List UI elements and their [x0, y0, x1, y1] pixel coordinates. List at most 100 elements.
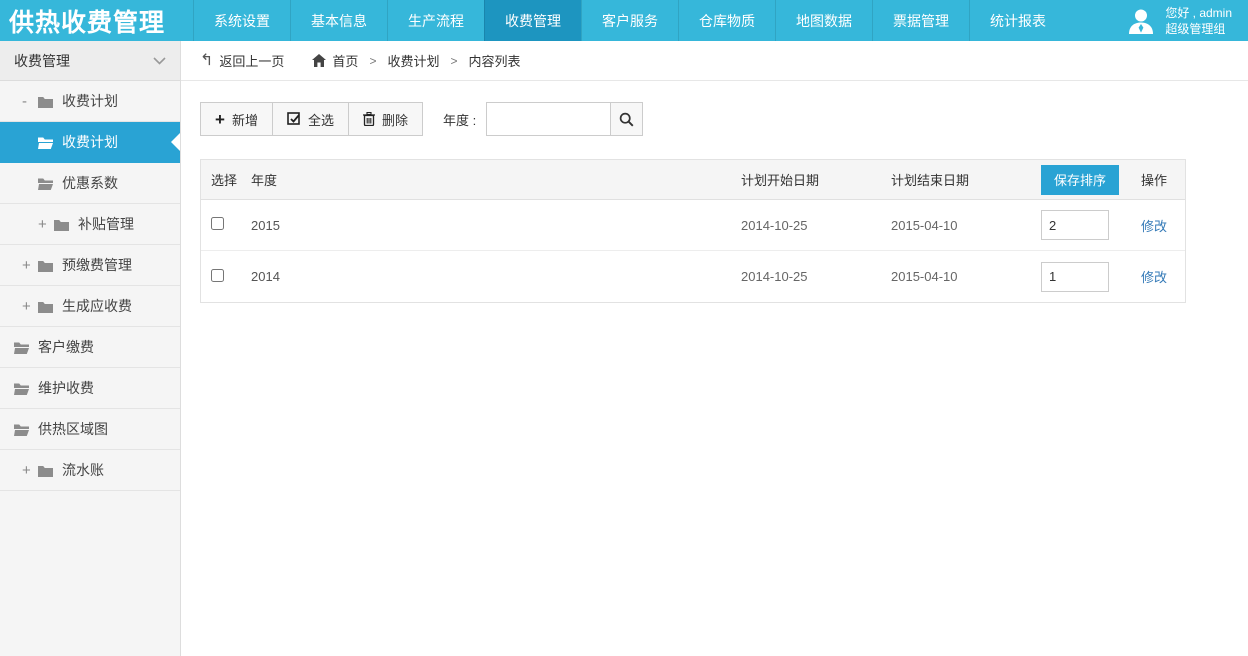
- sidebar-item-fee-plan-group[interactable]: - 收费计划: [0, 81, 180, 122]
- cell-start-date: 2014-10-25: [741, 218, 891, 233]
- top-navbar: 供热收费管理 系统设置 基本信息 生产流程 收费管理 客户服务 仓库物质 地图数…: [0, 0, 1248, 41]
- user-greeting: 您好 , admin: [1165, 5, 1232, 21]
- sidebar-item-customer-payment[interactable]: 客户缴费: [0, 327, 180, 368]
- add-button[interactable]: + 新增: [200, 102, 273, 136]
- sidebar-item-fee-plan[interactable]: 收费计划: [0, 122, 180, 163]
- breadcrumb: ↰ 返回上一页 首页 > 收费计划 > 内容列表: [181, 41, 1248, 81]
- home-icon: [312, 54, 326, 67]
- header-action: 操作: [1141, 170, 1185, 189]
- cell-end-date: 2015-04-10: [891, 269, 1041, 284]
- toolbar: + 新增 全选 删除 年度 :: [200, 102, 1248, 136]
- save-sort-button[interactable]: 保存排序: [1041, 165, 1119, 195]
- select-all-label: 全选: [308, 110, 334, 129]
- cell-year: 2015: [251, 218, 741, 233]
- nav-tab-fee-management[interactable]: 收费管理: [484, 0, 581, 41]
- folder-open-icon: [14, 423, 29, 436]
- breadcrumb-item-current: 内容列表: [468, 51, 520, 70]
- row-checkbox[interactable]: [211, 269, 224, 282]
- header-end-date: 计划结束日期: [891, 170, 1041, 189]
- app-logo: 供热收费管理: [0, 0, 193, 41]
- nav-tab-basic-info[interactable]: 基本信息: [290, 0, 387, 41]
- row-checkbox[interactable]: [211, 217, 224, 230]
- search-icon: [619, 112, 634, 127]
- sidebar: 收费管理 - 收费计划 收费计划 优惠系数 + 补贴管理 +: [0, 41, 181, 656]
- header-year: 年度: [251, 170, 741, 189]
- sidebar-item-label: 预缴费管理: [62, 255, 132, 275]
- sidebar-item-label: 补贴管理: [78, 214, 134, 234]
- breadcrumb-item: 首页: [332, 51, 358, 70]
- expand-icon[interactable]: +: [22, 298, 38, 315]
- nav-tab-ticket-management[interactable]: 票据管理: [872, 0, 969, 41]
- delete-button[interactable]: 删除: [348, 102, 423, 136]
- select-all-button[interactable]: 全选: [272, 102, 349, 136]
- cell-year: 2014: [251, 269, 741, 284]
- breadcrumb-home[interactable]: 首页: [312, 51, 358, 70]
- expand-icon[interactable]: +: [22, 257, 38, 274]
- sidebar-item-label: 生成应收费: [62, 296, 132, 316]
- sidebar-item-label: 维护收费: [38, 378, 94, 398]
- folder-closed-icon: [38, 464, 53, 477]
- sidebar-section-title: 收费管理: [14, 51, 70, 71]
- table-header-row: 选择 年度 计划开始日期 计划结束日期 保存排序 操作: [201, 160, 1185, 200]
- delete-button-label: 删除: [382, 110, 408, 129]
- folder-closed-icon: [38, 95, 53, 108]
- sidebar-section-header[interactable]: 收费管理: [0, 41, 180, 81]
- breadcrumb-item-fee-plan[interactable]: 收费计划: [387, 51, 439, 70]
- nav-tab-production-process[interactable]: 生产流程: [387, 0, 484, 41]
- sidebar-item-label: 流水账: [62, 460, 104, 480]
- sidebar-item-ledger[interactable]: + 流水账: [0, 450, 180, 491]
- back-label: 返回上一页: [219, 51, 284, 70]
- user-menu[interactable]: 您好 , admin 超级管理组: [1110, 0, 1248, 41]
- cell-start-date: 2014-10-25: [741, 269, 891, 284]
- cell-end-date: 2015-04-10: [891, 218, 1041, 233]
- nav-tab-warehouse-materials[interactable]: 仓库物质: [678, 0, 775, 41]
- folder-open-icon: [14, 382, 29, 395]
- sidebar-item-label: 收费计划: [62, 132, 118, 152]
- nav-tab-map-data[interactable]: 地图数据: [775, 0, 872, 41]
- add-button-label: 新增: [232, 110, 258, 129]
- search-button[interactable]: [610, 102, 643, 136]
- folder-closed-icon: [38, 259, 53, 272]
- sidebar-item-discount-coefficient[interactable]: 优惠系数: [0, 163, 180, 204]
- expand-icon[interactable]: +: [38, 216, 54, 233]
- nav-tab-statistics-reports[interactable]: 统计报表: [969, 0, 1066, 41]
- year-filter-label: 年度 :: [443, 110, 476, 129]
- sidebar-item-subsidy-management[interactable]: + 补贴管理: [0, 204, 180, 245]
- edit-link[interactable]: 修改: [1141, 219, 1167, 234]
- sort-order-input[interactable]: [1041, 210, 1109, 240]
- breadcrumb-separator: >: [450, 54, 457, 68]
- sidebar-item-label: 客户缴费: [38, 337, 94, 357]
- main-content: ↰ 返回上一页 首页 > 收费计划 > 内容列表 + 新增 全选: [181, 41, 1248, 656]
- header-sort: 保存排序: [1041, 165, 1141, 195]
- sidebar-item-label: 供热区域图: [38, 419, 108, 439]
- chevron-down-icon: [153, 57, 166, 65]
- folder-closed-icon: [54, 218, 69, 231]
- collapse-icon[interactable]: -: [22, 93, 38, 110]
- header-select: 选择: [201, 170, 251, 189]
- user-avatar-icon: [1126, 6, 1156, 36]
- sidebar-item-generate-receivables[interactable]: + 生成应收费: [0, 286, 180, 327]
- folder-open-icon: [14, 341, 29, 354]
- sidebar-item-heating-area-map[interactable]: 供热区域图: [0, 409, 180, 450]
- fee-plan-table: 选择 年度 计划开始日期 计划结束日期 保存排序 操作 2015 2014-10…: [200, 159, 1186, 303]
- sidebar-item-label: 优惠系数: [62, 173, 118, 193]
- sidebar-item-label: 收费计划: [62, 91, 118, 111]
- user-role: 超级管理组: [1165, 21, 1232, 37]
- trash-icon: [363, 112, 375, 126]
- year-filter-input[interactable]: [486, 102, 611, 136]
- nav-tab-customer-service[interactable]: 客户服务: [581, 0, 678, 41]
- folder-open-icon: [38, 177, 53, 190]
- edit-link[interactable]: 修改: [1141, 270, 1167, 285]
- nav-tab-system-settings[interactable]: 系统设置: [193, 0, 290, 41]
- back-link[interactable]: ↰ 返回上一页: [200, 51, 284, 70]
- header-start-date: 计划开始日期: [741, 170, 891, 189]
- sidebar-item-maintain-fees[interactable]: 维护收费: [0, 368, 180, 409]
- expand-icon[interactable]: +: [22, 462, 38, 479]
- folder-closed-icon: [38, 300, 53, 313]
- sidebar-item-prepayment-management[interactable]: + 预缴费管理: [0, 245, 180, 286]
- sort-order-input[interactable]: [1041, 262, 1109, 292]
- table-row: 2014 2014-10-25 2015-04-10 修改: [201, 251, 1185, 302]
- plus-icon: +: [215, 111, 225, 128]
- checkbox-check-icon: [287, 112, 301, 126]
- table-row: 2015 2014-10-25 2015-04-10 修改: [201, 200, 1185, 251]
